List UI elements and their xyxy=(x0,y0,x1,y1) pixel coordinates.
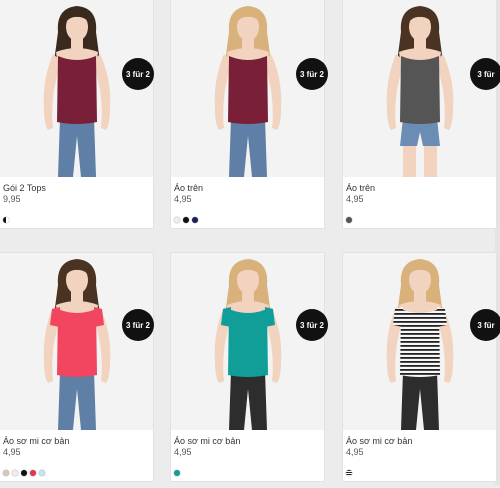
product-price: 4,95 xyxy=(174,194,192,204)
color-swatch[interactable] xyxy=(183,217,189,223)
product-name-link[interactable]: Gói 2 Tops xyxy=(3,183,46,193)
promo-badge: 3 für 2 xyxy=(296,309,328,341)
color-swatch[interactable] xyxy=(21,470,27,476)
promo-badge: 3 für xyxy=(470,58,500,90)
product-price: 4,95 xyxy=(346,194,364,204)
promo-badge: 3 für 2 xyxy=(122,309,154,341)
promo-badge: 3 für 2 xyxy=(296,58,328,90)
model-illustration xyxy=(214,6,282,177)
color-swatch[interactable] xyxy=(346,470,352,476)
product-price: 4,95 xyxy=(174,447,192,457)
product-info: Gói 2 Tops 9,95 xyxy=(0,177,153,228)
model-illustration xyxy=(214,259,282,430)
color-swatches xyxy=(174,470,183,476)
product-image[interactable] xyxy=(171,253,324,430)
model-illustration xyxy=(43,259,111,430)
color-swatches xyxy=(174,217,201,223)
product-image[interactable] xyxy=(171,0,324,177)
model-illustration xyxy=(386,6,454,177)
color-swatch[interactable] xyxy=(39,470,45,476)
product-card[interactable]: Áo sơ mi cơ bản 4,95 xyxy=(343,253,496,481)
product-price: 4,95 xyxy=(3,447,21,457)
product-info: Áo trên 4,95 xyxy=(343,177,496,228)
product-image[interactable] xyxy=(0,253,153,430)
color-swatch[interactable] xyxy=(3,217,9,223)
promo-badge: 3 für 2 xyxy=(122,58,154,90)
product-image[interactable] xyxy=(343,253,496,430)
product-card[interactable]: Gói 2 Tops 9,95 xyxy=(0,0,153,228)
model-illustration xyxy=(43,6,111,177)
product-card[interactable]: Áo trên 4,95 xyxy=(343,0,496,228)
product-image[interactable] xyxy=(343,0,496,177)
product-price: 4,95 xyxy=(346,447,364,457)
product-image[interactable] xyxy=(0,0,153,177)
product-info: Áo sơ mi cơ bản 4,95 xyxy=(343,430,496,481)
color-swatch[interactable] xyxy=(174,217,180,223)
promo-badge: 3 für xyxy=(470,309,500,341)
product-price: 9,95 xyxy=(3,194,21,204)
product-card[interactable]: Áo trên 4,95 xyxy=(171,0,324,228)
color-swatches xyxy=(346,217,355,223)
model-illustration xyxy=(386,259,454,430)
product-card[interactable]: Áo sơ mi cơ bản 4,95 xyxy=(171,253,324,481)
color-swatch[interactable] xyxy=(3,470,9,476)
product-info: Áo sơ mi cơ bản 4,95 xyxy=(0,430,153,481)
product-name-link[interactable]: Áo sơ mi cơ bản xyxy=(3,436,69,446)
product-name-link[interactable]: Áo sơ mi cơ bản xyxy=(174,436,240,446)
product-name-link[interactable]: Áo sơ mi cơ bản xyxy=(346,436,412,446)
product-info: Áo sơ mi cơ bản 4,95 xyxy=(171,430,324,481)
product-name-link[interactable]: Áo trên xyxy=(346,183,375,193)
color-swatch[interactable] xyxy=(192,217,198,223)
product-name-link[interactable]: Áo trên xyxy=(174,183,203,193)
color-swatch[interactable] xyxy=(346,217,352,223)
color-swatches xyxy=(3,470,48,476)
product-info: Áo trên 4,95 xyxy=(171,177,324,228)
color-swatches xyxy=(3,217,12,223)
color-swatches xyxy=(346,470,355,476)
color-swatch[interactable] xyxy=(12,470,18,476)
product-card[interactable]: Áo sơ mi cơ bản 4,95 xyxy=(0,253,153,481)
color-swatch[interactable] xyxy=(30,470,36,476)
color-swatch[interactable] xyxy=(174,470,180,476)
